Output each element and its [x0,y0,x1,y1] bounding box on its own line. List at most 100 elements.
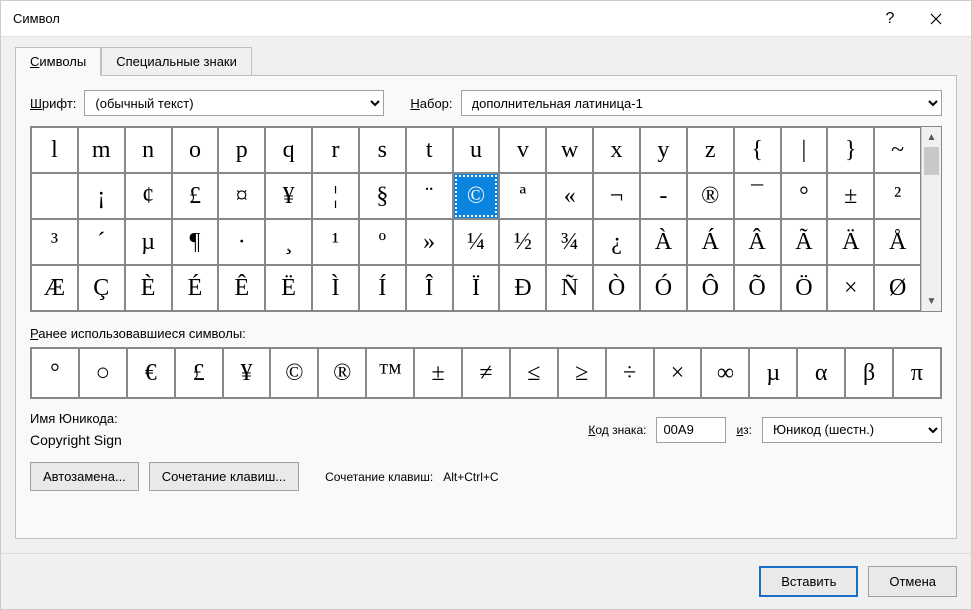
recent-cell[interactable]: ± [414,348,462,398]
recent-cell[interactable]: β [845,348,893,398]
symbol-cell[interactable]: ® [687,173,734,219]
recent-cell[interactable]: ÷ [606,348,654,398]
recent-cell[interactable]: ™ [366,348,414,398]
symbol-cell[interactable]: ½ [499,219,546,265]
recent-cell[interactable]: ≠ [462,348,510,398]
symbol-cell[interactable]: q [265,127,312,173]
autocorrect-button[interactable]: Автозамена... [30,462,139,491]
symbol-cell[interactable]: « [546,173,593,219]
symbol-cell[interactable]: } [827,127,874,173]
code-input[interactable] [656,417,726,443]
symbol-cell[interactable]: r [312,127,359,173]
close-button[interactable] [913,1,959,37]
symbol-cell[interactable]: ³ [31,219,78,265]
symbol-cell[interactable]: É [172,265,219,311]
symbol-cell[interactable]: Õ [734,265,781,311]
symbol-cell[interactable]: - [640,173,687,219]
symbol-cell[interactable]: Î [406,265,453,311]
symbol-cell[interactable]: © [453,173,500,219]
tab-special[interactable]: Специальные знаки [101,47,252,76]
symbol-cell[interactable]: Ã [781,219,828,265]
symbol-cell[interactable]: Ó [640,265,687,311]
symbol-cell[interactable]: Ì [312,265,359,311]
recent-cell[interactable]: ∞ [701,348,749,398]
recent-cell[interactable]: α [797,348,845,398]
symbol-cell[interactable] [31,173,78,219]
symbol-cell[interactable]: w [546,127,593,173]
insert-button[interactable]: Вставить [759,566,858,597]
symbol-cell[interactable]: ¤ [218,173,265,219]
shortcut-key-button[interactable]: Сочетание клавиш... [149,462,299,491]
symbol-cell[interactable]: ¿ [593,219,640,265]
symbol-cell[interactable]: ¬ [593,173,640,219]
symbol-cell[interactable]: ° [781,173,828,219]
symbol-cell[interactable]: ¡ [78,173,125,219]
recent-cell[interactable]: ≥ [558,348,606,398]
recent-cell[interactable]: £ [175,348,223,398]
symbol-cell[interactable]: Ô [687,265,734,311]
symbol-cell[interactable]: { [734,127,781,173]
recent-cell[interactable]: ¥ [223,348,271,398]
symbol-cell[interactable]: u [453,127,500,173]
recent-cell[interactable]: × [654,348,702,398]
recent-cell[interactable]: € [127,348,175,398]
cancel-button[interactable]: Отмена [868,566,957,597]
from-select[interactable]: Юникод (шестн.) [762,417,942,443]
symbol-cell[interactable]: Ø [874,265,921,311]
scroll-thumb[interactable] [924,147,939,175]
recent-cell[interactable]: µ [749,348,797,398]
symbol-cell[interactable]: ¥ [265,173,312,219]
symbol-cell[interactable]: t [406,127,453,173]
symbol-cell[interactable]: È [125,265,172,311]
symbol-cell[interactable]: Ò [593,265,640,311]
symbol-cell[interactable]: Ñ [546,265,593,311]
symbol-cell[interactable]: Å [874,219,921,265]
recent-cell[interactable]: © [270,348,318,398]
symbol-cell[interactable]: ¨ [406,173,453,219]
symbol-cell[interactable]: ¶ [172,219,219,265]
scroll-up-icon[interactable]: ▲ [922,127,941,147]
symbol-cell[interactable]: Ë [265,265,312,311]
symbol-cell[interactable]: · [218,219,265,265]
tab-symbols[interactable]: Символы [15,47,101,76]
symbol-cell[interactable]: ± [827,173,874,219]
symbol-cell[interactable]: Ê [218,265,265,311]
symbol-cell[interactable]: z [687,127,734,173]
symbol-cell[interactable]: Í [359,265,406,311]
symbol-cell[interactable]: Ð [499,265,546,311]
recent-cell[interactable]: ® [318,348,366,398]
symbol-cell[interactable]: ª [499,173,546,219]
symbol-cell[interactable]: º [359,219,406,265]
recent-cell[interactable]: ○ [79,348,127,398]
scroll-down-icon[interactable]: ▼ [922,291,941,311]
symbol-cell[interactable]: n [125,127,172,173]
symbol-cell[interactable]: £ [172,173,219,219]
grid-scrollbar[interactable]: ▲ ▼ [921,127,941,311]
symbol-cell[interactable]: ¦ [312,173,359,219]
symbol-cell[interactable]: Æ [31,265,78,311]
symbol-cell[interactable]: µ [125,219,172,265]
recent-cell[interactable]: ≤ [510,348,558,398]
symbol-cell[interactable]: l [31,127,78,173]
symbol-cell[interactable]: ¾ [546,219,593,265]
symbol-cell[interactable]: ~ [874,127,921,173]
symbol-cell[interactable]: x [593,127,640,173]
symbol-cell[interactable]: ¹ [312,219,359,265]
symbol-cell[interactable]: o [172,127,219,173]
symbol-cell[interactable]: ¢ [125,173,172,219]
recent-cell[interactable]: ° [31,348,79,398]
symbol-cell[interactable]: À [640,219,687,265]
symbol-cell[interactable]: v [499,127,546,173]
symbol-cell[interactable]: Ö [781,265,828,311]
symbol-cell[interactable]: Â [734,219,781,265]
symbol-cell[interactable]: ¸ [265,219,312,265]
symbol-cell[interactable]: § [359,173,406,219]
symbol-cell[interactable]: Ï [453,265,500,311]
subset-select[interactable]: дополнительная латиница-1 [461,90,942,116]
symbol-cell[interactable]: ² [874,173,921,219]
symbol-cell[interactable]: ¼ [453,219,500,265]
symbol-cell[interactable]: | [781,127,828,173]
symbol-cell[interactable]: p [218,127,265,173]
symbol-cell[interactable]: m [78,127,125,173]
symbol-cell[interactable]: × [827,265,874,311]
